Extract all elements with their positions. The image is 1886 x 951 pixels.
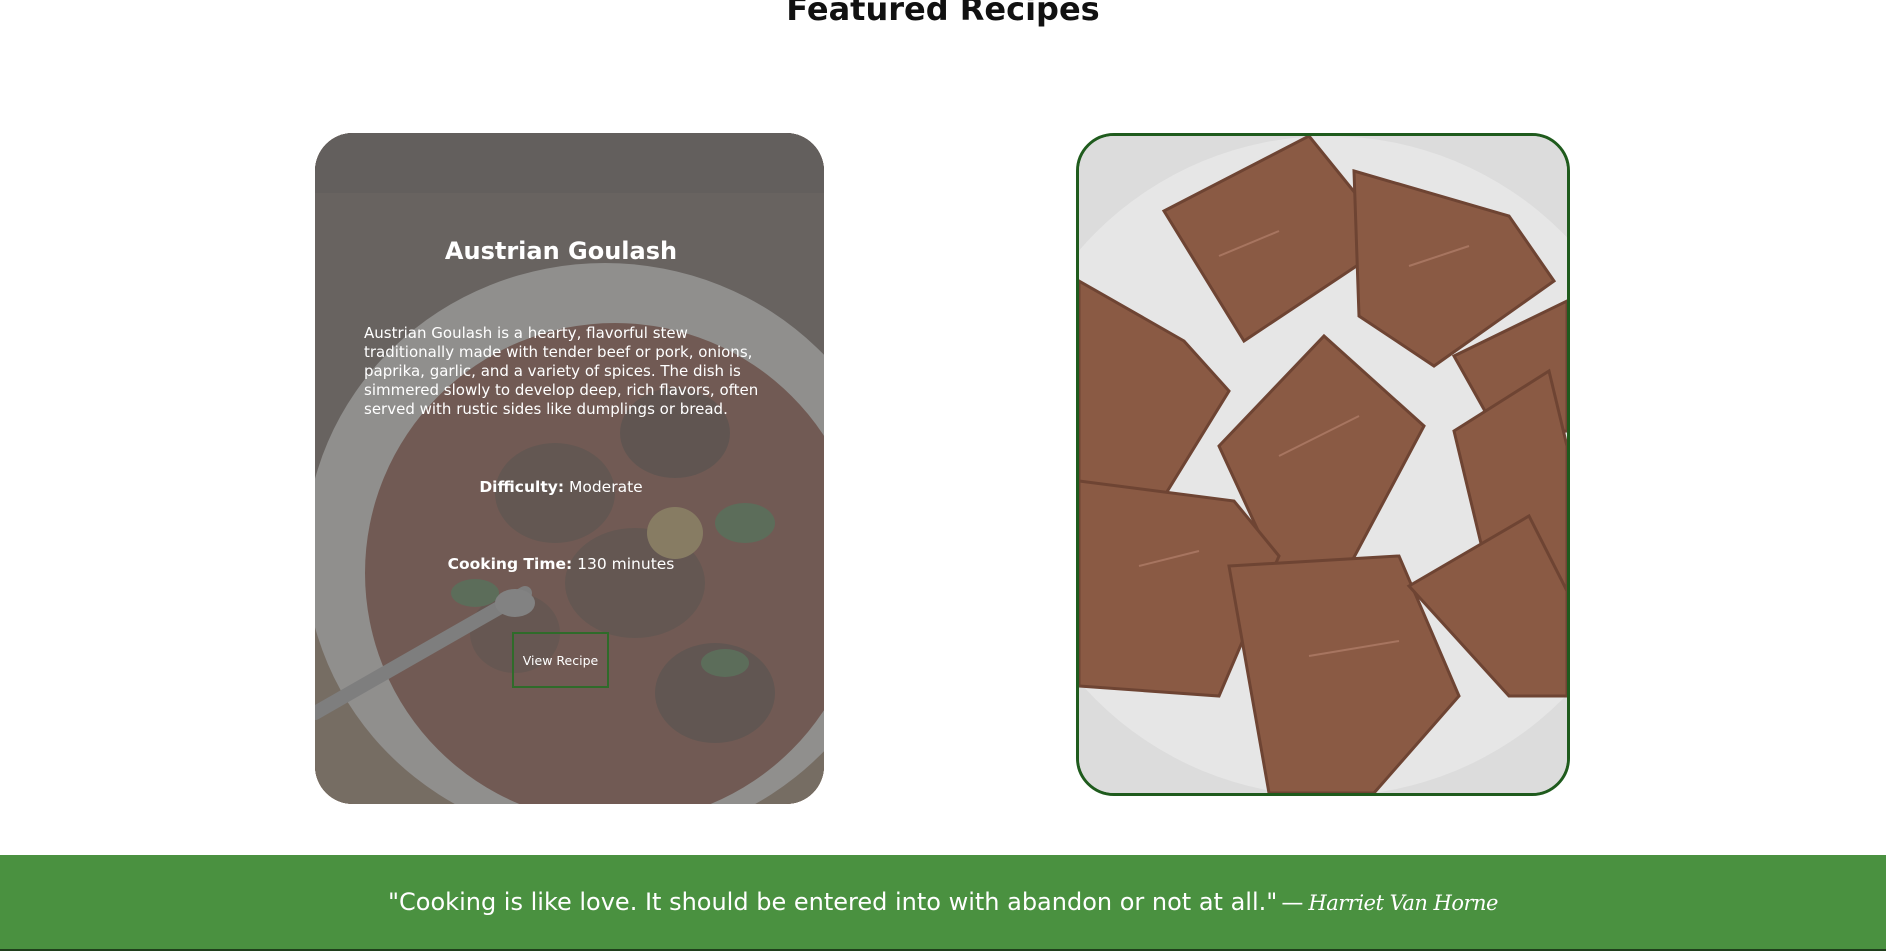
cooking-time-value: 130 minutes [577,555,675,573]
quote-line: "Cooking is like love. It should be ente… [0,888,1886,916]
chocolate-fudge-photo-icon [1079,136,1567,793]
quote-dash: — [1281,891,1304,916]
recipe-card-chocolate[interactable] [1076,133,1570,796]
recipe-title: Austrian Goulash [444,237,678,265]
recipe-card-goulash[interactable]: Austrian Goulash Austrian Goulash is a h… [315,133,824,804]
recipe-cooking-time: Cooking Time: 130 minutes [315,555,807,573]
quote-text: "Cooking is like love. It should be ente… [388,888,1278,916]
view-recipe-button[interactable]: View Recipe [512,632,609,688]
recipe-difficulty: Difficulty: Moderate [315,478,807,496]
cooking-time-label: Cooking Time: [447,555,573,573]
difficulty-value: Moderate [568,478,643,496]
footer-quote-bar: "Cooking is like love. It should be ente… [0,855,1886,951]
quote-author: Harriet Van Horne [1308,891,1498,915]
section-title: Featured Recipes [786,0,1100,28]
page: Featured Recipes Austrian Goulash Austri… [0,0,1886,951]
recipe-description: Austrian Goulash is a hearty, flavorful … [364,324,759,418]
difficulty-label: Difficulty: [479,478,565,496]
recipe-card-content: Austrian Goulash Austrian Goulash is a h… [315,133,824,804]
